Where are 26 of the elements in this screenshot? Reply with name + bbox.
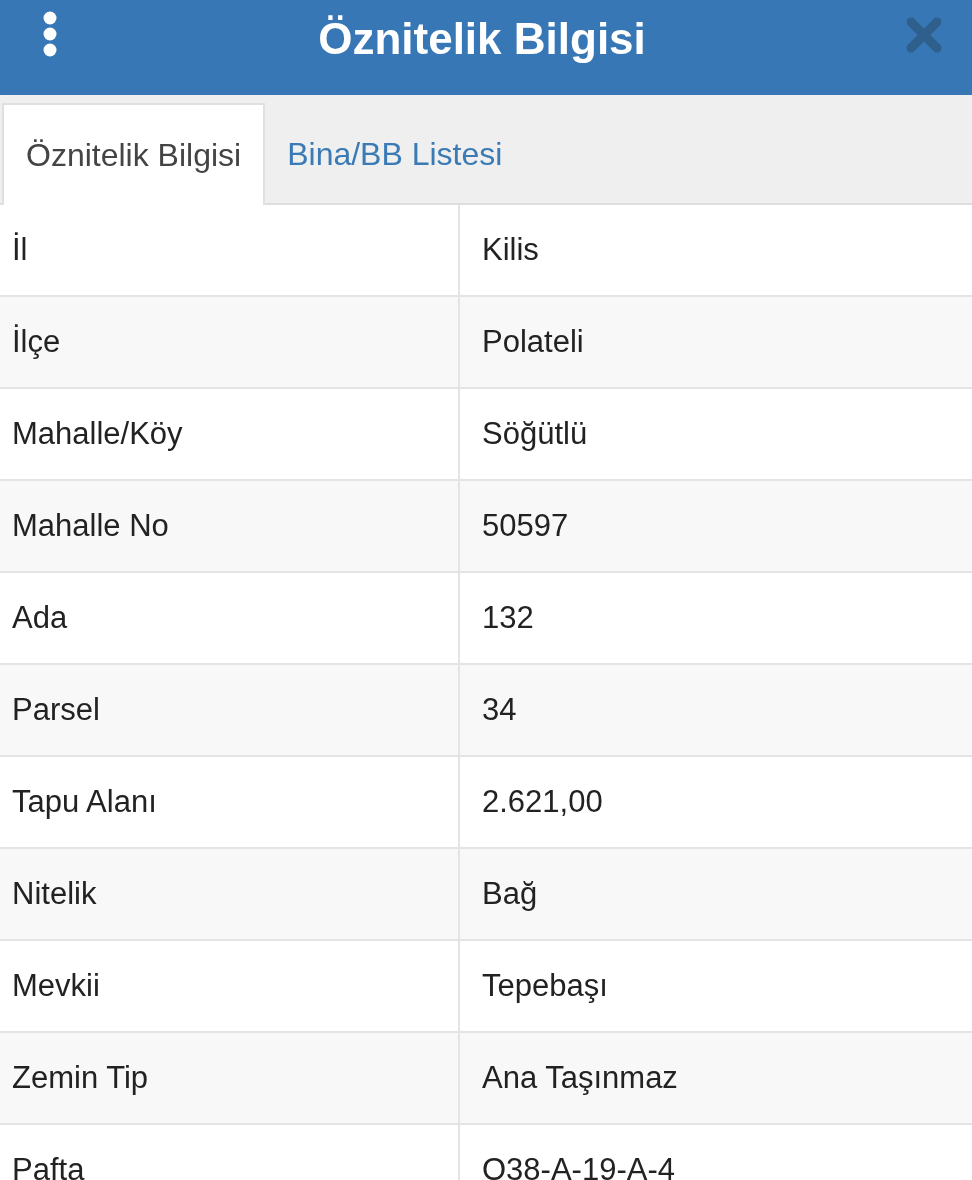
table-cell-text: Bağ [481,875,539,913]
table-cell-text: Polateli [481,323,585,361]
table-cell: Mevkii [0,941,460,1031]
table-cell: İlçe [0,297,460,387]
table-cell: Nitelik [0,849,460,939]
table-cell-text: 34 [481,691,518,729]
tab[interactable]: Bina/BB Listesi [265,103,525,205]
table-cell: Pafta [0,1125,460,1180]
header-title: Öznitelik Bilgisi [318,13,646,64]
menu-icon[interactable] [42,10,58,57]
table-cell-text: 50597 [481,507,570,545]
table-cell: Mahalle No [0,481,460,571]
table-cell: Mahalle/Köy [0,389,460,479]
table-cell-text: Tepebaşı [481,967,609,1005]
table-cell-text: Söğütlü [481,415,589,453]
table-cell: Parsel [0,665,460,755]
table-cell-text: 132 [481,599,535,637]
table-cell: Zemin Tip [0,1033,460,1123]
tab[interactable]: Öznitelik Bilgisi [2,103,266,205]
table-cell-text: Kilis [481,231,540,269]
table-cell: Ada [0,573,460,663]
table-cell-text: Ana Taşınmaz [481,1059,679,1097]
table-cell: Tapu Alanı [0,757,460,847]
table-cell-text: 2.621,00 [481,783,604,821]
table-cell: İl [0,205,460,295]
table-cell-text: O38-A-19-A-4 [481,1151,676,1180]
